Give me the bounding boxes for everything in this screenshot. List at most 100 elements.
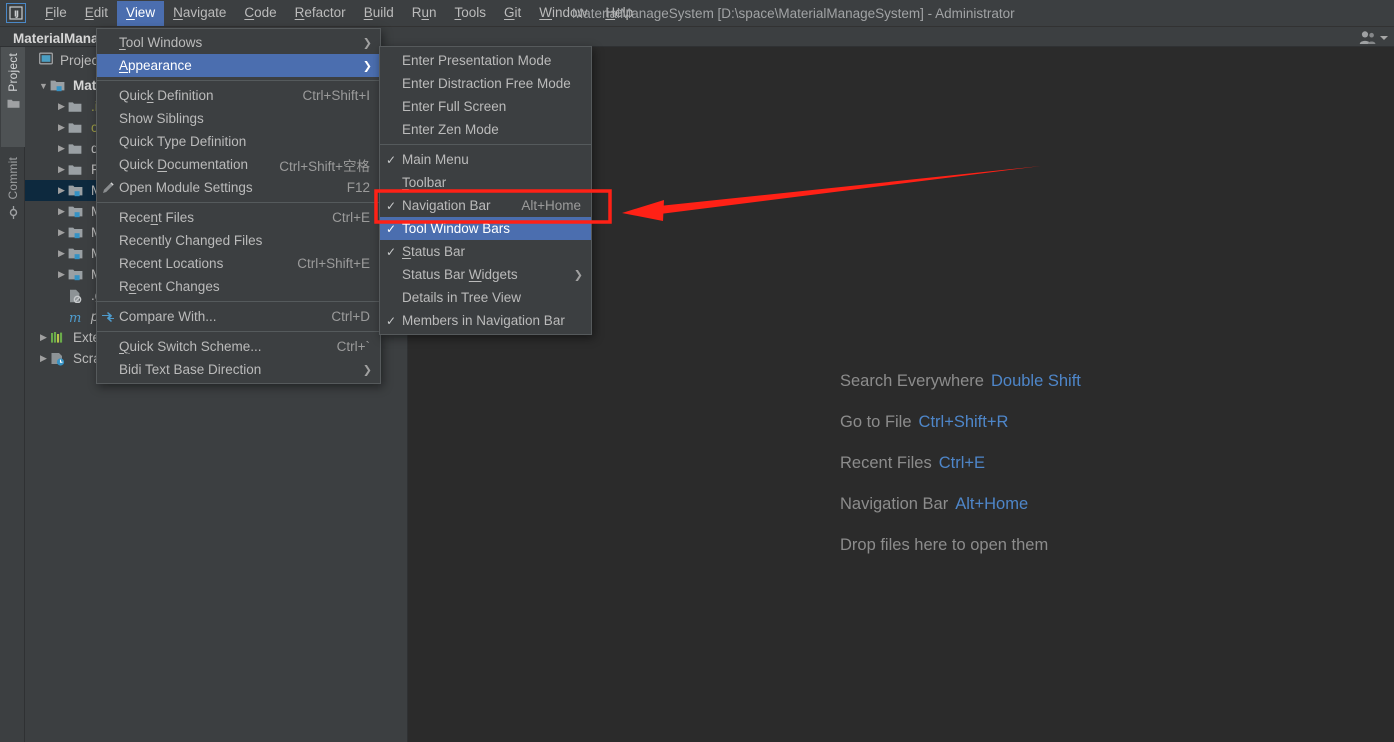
- menu-item-label: Tool Window Bars: [402, 221, 511, 236]
- tool-window-button-project-label: Project: [6, 53, 20, 92]
- module-folder-icon: [68, 247, 86, 260]
- editor-hint-label: Navigation Bar: [840, 495, 949, 513]
- editor-hint-shortcut: Alt+Home: [955, 495, 1029, 513]
- tool-window-button-commit[interactable]: Commit: [1, 151, 25, 251]
- menubar-item-refactor[interactable]: Refactor: [286, 1, 355, 26]
- chevron-right-icon[interactable]: ▶: [55, 185, 68, 196]
- menu-item-enter-presentation-mode[interactable]: Enter Presentation Mode: [380, 49, 591, 72]
- menu-item-shortcut: Ctrl+Shift+E: [297, 256, 370, 271]
- menu-item-label: Toolbar: [402, 175, 447, 190]
- menu-item-label: Recent Locations: [119, 256, 224, 271]
- appearance-submenu: Enter Presentation Mode Enter Distraction…: [379, 46, 592, 335]
- editor-hint-list: Search Everywhere Double Shift Go to File C…: [840, 372, 1081, 555]
- tool-window-button-commit-label: Commit: [6, 157, 20, 200]
- menu-item-navigation-bar[interactable]: ✓ Navigation Bar Alt+Home: [380, 194, 591, 217]
- menu-item-tool-window-bars[interactable]: ✓ Tool Window Bars: [380, 217, 591, 240]
- checkmark-icon: ✓: [385, 244, 397, 259]
- menu-separator: [97, 301, 380, 302]
- compare-icon: [97, 311, 119, 323]
- chevron-down-icon: [1380, 35, 1388, 40]
- menu-item-shortcut: Ctrl+E: [332, 210, 370, 225]
- menu-item-label: Status Bar Widgets: [402, 267, 518, 282]
- menu-item-label: Appearance: [119, 58, 192, 73]
- chevron-right-icon[interactable]: ▶: [55, 122, 68, 133]
- menu-item-recent-locations[interactable]: Recent Locations Ctrl+Shift+E: [97, 252, 380, 275]
- menu-item-appearance[interactable]: Appearance ❯: [97, 54, 380, 77]
- menu-item-recent-changes[interactable]: Recent Changes: [97, 275, 380, 298]
- menu-item-label: Quick Definition: [119, 88, 214, 103]
- menu-item-recent-files[interactable]: Recent Files Ctrl+E: [97, 206, 380, 229]
- menu-item-members-in-navigation-bar[interactable]: ✓ Members in Navigation Bar: [380, 309, 591, 332]
- chevron-right-icon[interactable]: ▶: [37, 332, 50, 343]
- module-folder-icon: [68, 205, 86, 218]
- menu-item-recently-changed-files[interactable]: Recently Changed Files: [97, 229, 380, 252]
- menu-item-label: Enter Zen Mode: [402, 122, 499, 137]
- menu-item-quick-switch-scheme[interactable]: Quick Switch Scheme... Ctrl+`: [97, 335, 380, 358]
- editor-hint-row: Go to File Ctrl+Shift+R: [840, 413, 1081, 432]
- user-account-icon: [1359, 30, 1376, 45]
- menu-item-label: Quick Switch Scheme...: [119, 339, 262, 354]
- menu-item-quick-definition[interactable]: Quick Definition Ctrl+Shift+I: [97, 84, 380, 107]
- menubar-item-run[interactable]: Run: [403, 1, 446, 26]
- chevron-right-icon[interactable]: ▶: [55, 227, 68, 238]
- folder-icon: [7, 98, 20, 112]
- menu-item-enter-distraction-free-mode[interactable]: Enter Distraction Free Mode: [380, 72, 591, 95]
- svg-text:IJ: IJ: [14, 10, 19, 19]
- menu-item-status-bar-widgets[interactable]: Status Bar Widgets ❯: [380, 263, 591, 286]
- chevron-right-icon[interactable]: ▶: [55, 101, 68, 112]
- menu-item-show-siblings[interactable]: Show Siblings: [97, 107, 380, 130]
- chevron-right-icon[interactable]: ▶: [55, 269, 68, 280]
- menu-separator: [97, 80, 380, 81]
- menu-item-label: Members in Navigation Bar: [402, 313, 565, 328]
- folder-icon: [68, 101, 86, 113]
- menubar-item-view[interactable]: View: [117, 0, 165, 26]
- menubar-item-git[interactable]: Git: [495, 1, 530, 26]
- menu-item-tool-windows[interactable]: Tool Windows ❯: [97, 31, 380, 54]
- project-name-label: MaterialMana: [13, 31, 99, 46]
- menu-item-open-module-settings[interactable]: Open Module Settings F12: [97, 176, 380, 199]
- menu-item-toolbar[interactable]: Toolbar: [380, 171, 591, 194]
- menu-item-label: Quick Type Definition: [119, 134, 247, 149]
- menu-item-quick-documentation[interactable]: Quick Documentation Ctrl+Shift+空格: [97, 153, 380, 176]
- folder-icon: [68, 122, 86, 134]
- menu-item-quick-type-definition[interactable]: Quick Type Definition: [97, 130, 380, 153]
- menu-item-details-in-tree-view[interactable]: Details in Tree View: [380, 286, 591, 309]
- editor-hint-label: Drop files here to open them: [840, 536, 1049, 554]
- libraries-icon: [50, 331, 68, 344]
- menubar-item-edit[interactable]: Edit: [76, 1, 117, 26]
- menu-item-label: Navigation Bar: [402, 198, 491, 213]
- menubar-item-tools[interactable]: Tools: [446, 1, 496, 26]
- menu-item-label: Bidi Text Base Direction: [119, 362, 262, 377]
- menu-item-bidi-text-base-direction[interactable]: Bidi Text Base Direction ❯: [97, 358, 380, 381]
- menu-item-shortcut: Alt+Home: [521, 198, 581, 213]
- menu-item-label: Details in Tree View: [402, 290, 522, 305]
- chevron-right-icon[interactable]: ▶: [55, 248, 68, 259]
- menu-item-shortcut: Ctrl+Shift+I: [302, 88, 370, 103]
- editor-hint-shortcut: Double Shift: [990, 372, 1081, 390]
- chevron-right-icon: ❯: [362, 364, 372, 376]
- menubar-item-navigate[interactable]: Navigate: [164, 1, 235, 26]
- menu-item-shortcut: Ctrl+D: [331, 309, 370, 324]
- menubar-item-code[interactable]: Code: [235, 1, 285, 26]
- menubar-item-build[interactable]: Build: [355, 1, 403, 26]
- chevron-right-icon[interactable]: ▶: [55, 164, 68, 175]
- menu-item-compare-with[interactable]: Compare With... Ctrl+D: [97, 305, 380, 328]
- editor-hint-shortcut: Ctrl+Shift+R: [918, 413, 1009, 431]
- chevron-down-icon[interactable]: ▼: [37, 81, 50, 91]
- account-widget[interactable]: [1359, 30, 1388, 45]
- chevron-right-icon[interactable]: ▶: [37, 353, 50, 364]
- menu-item-label: Recent Changes: [119, 279, 220, 294]
- chevron-right-icon[interactable]: ▶: [55, 206, 68, 217]
- menu-item-enter-full-screen[interactable]: Enter Full Screen: [380, 95, 591, 118]
- chevron-right-icon[interactable]: ▶: [55, 143, 68, 154]
- menu-item-shortcut: F12: [346, 180, 370, 195]
- menu-item-main-menu[interactable]: ✓ Main Menu: [380, 148, 591, 171]
- menu-item-enter-zen-mode[interactable]: Enter Zen Mode: [380, 118, 591, 141]
- menu-item-label: Main Menu: [402, 152, 469, 167]
- menubar-item-file[interactable]: File: [36, 1, 76, 26]
- scratches-icon: [50, 352, 68, 366]
- chevron-right-icon: ❯: [362, 37, 372, 49]
- tool-window-button-project[interactable]: Project: [1, 47, 25, 147]
- checkmark-icon: ✓: [385, 198, 397, 213]
- menu-item-status-bar[interactable]: ✓ Status Bar: [380, 240, 591, 263]
